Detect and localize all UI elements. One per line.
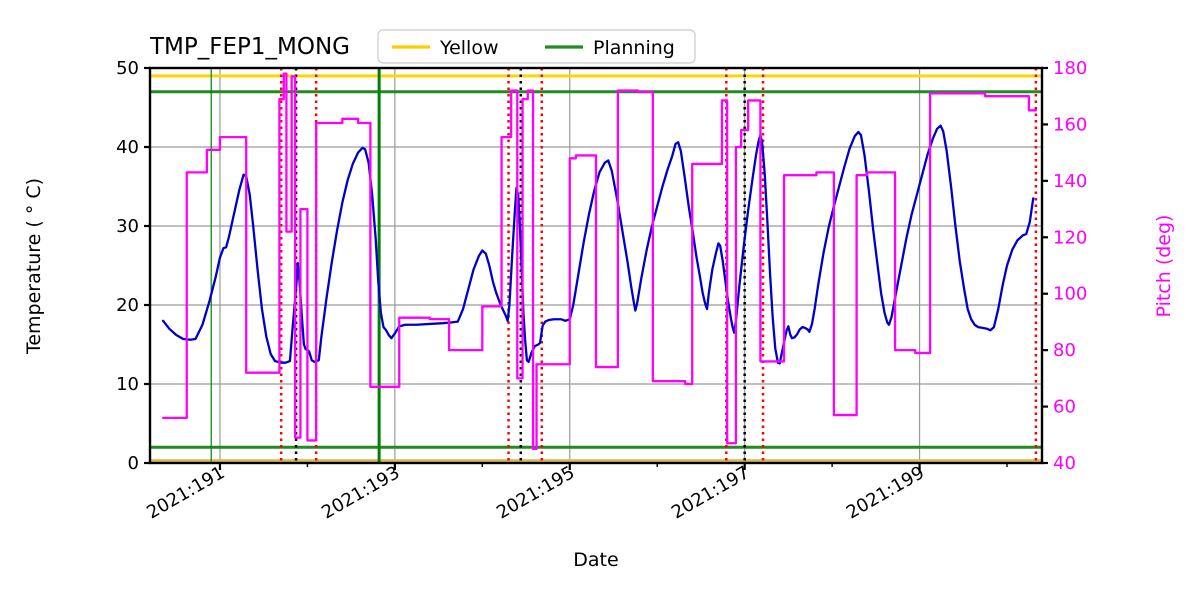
chart-root: 2021:191 2021:193 2021:195 2021:197 2021:199… xyxy=(0,0,1200,600)
y-tick-label-right: 180 xyxy=(1053,58,1087,79)
legend[interactable]: Yellow Planning xyxy=(377,29,696,64)
y-tick-label-right: 160 xyxy=(1053,114,1087,135)
y-tick-label-left: 40 xyxy=(116,137,139,158)
matplotlib-figure: 2021:191 2021:193 2021:195 2021:197 2021:199… xyxy=(0,0,1200,600)
y-tick-label-right: 140 xyxy=(1053,171,1087,192)
y-tick-label-right: 100 xyxy=(1053,284,1087,305)
y-tick-label-right: 60 xyxy=(1053,397,1076,418)
y-tick-label-left: 50 xyxy=(116,58,139,79)
y-tick-label-right: 120 xyxy=(1053,227,1087,248)
y-tick-label-left: 10 xyxy=(116,374,139,395)
y-axis-title-right: Pitch (deg) xyxy=(1153,215,1175,318)
legend-label-planning: Planning xyxy=(593,37,675,59)
y-tick-label-right: 80 xyxy=(1053,340,1076,361)
y-tick-label-left: 30 xyxy=(116,216,139,237)
y-tick-label-right: 40 xyxy=(1053,453,1076,474)
chart-title: TMP_FEP1_MONG xyxy=(149,34,350,60)
y-axis-title-left: Temperature ( ° C) xyxy=(23,178,45,355)
y-tick-label-left: 20 xyxy=(116,295,139,316)
legend-label-yellow: Yellow xyxy=(439,37,499,59)
y-tick-label-left: 0 xyxy=(128,453,139,474)
x-axis-title: Date xyxy=(573,549,618,571)
